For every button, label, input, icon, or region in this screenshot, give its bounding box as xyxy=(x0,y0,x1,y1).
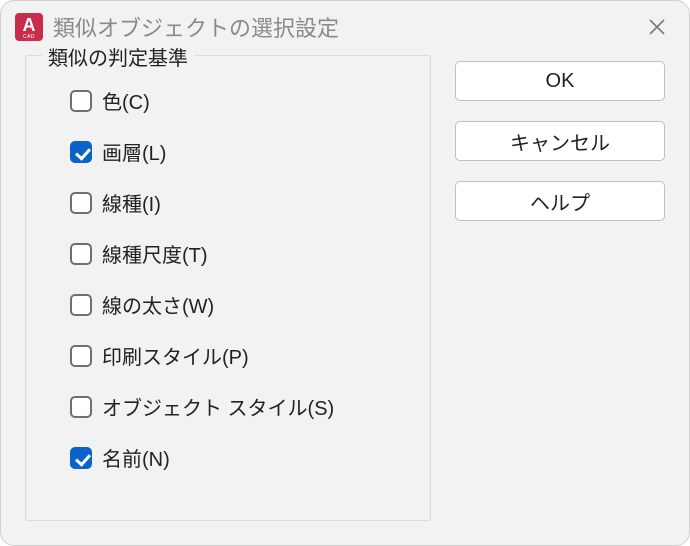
checkbox-layer[interactable] xyxy=(70,141,92,163)
dialog-content: 類似の判定基準 色(C) 画層(L) 線種(I) 線種尺度(T) xyxy=(1,55,689,545)
options-list: 色(C) 画層(L) 線種(I) 線種尺度(T) 線の太さ(W) xyxy=(48,86,408,472)
close-icon xyxy=(647,17,667,37)
option-label: 画層(L) xyxy=(102,137,166,166)
checkbox-plot-style[interactable] xyxy=(70,345,92,367)
cancel-button[interactable]: キャンセル xyxy=(455,121,665,161)
dialog-title: 類似オブジェクトの選択設定 xyxy=(53,11,633,43)
dialog-window: 類似オブジェクトの選択設定 類似の判定基準 色(C) 画層(L) 線種(I) xyxy=(0,0,690,546)
close-button[interactable] xyxy=(643,13,671,41)
checkbox-object-style[interactable] xyxy=(70,396,92,418)
option-lineweight[interactable]: 線の太さ(W) xyxy=(70,290,408,319)
option-label: 線の太さ(W) xyxy=(102,290,214,319)
option-plot-style[interactable]: 印刷スタイル(P) xyxy=(70,341,408,370)
option-color[interactable]: 色(C) xyxy=(70,86,408,115)
option-name[interactable]: 名前(N) xyxy=(70,443,408,472)
option-label: 色(C) xyxy=(102,86,150,115)
checkbox-linetype-scale[interactable] xyxy=(70,243,92,265)
autocad-app-icon xyxy=(15,13,43,41)
option-label: 線種尺度(T) xyxy=(102,239,208,268)
option-linetype[interactable]: 線種(I) xyxy=(70,188,408,217)
button-column: OK キャンセル ヘルプ xyxy=(455,55,665,521)
criteria-group: 類似の判定基準 色(C) 画層(L) 線種(I) 線種尺度(T) xyxy=(25,55,431,521)
checkbox-linetype[interactable] xyxy=(70,192,92,214)
checkbox-lineweight[interactable] xyxy=(70,294,92,316)
option-label: 名前(N) xyxy=(102,443,170,472)
option-layer[interactable]: 画層(L) xyxy=(70,137,408,166)
checkbox-name[interactable] xyxy=(70,447,92,469)
help-button[interactable]: ヘルプ xyxy=(455,181,665,221)
option-label: 線種(I) xyxy=(102,188,161,217)
option-object-style[interactable]: オブジェクト スタイル(S) xyxy=(70,392,408,421)
option-label: 印刷スタイル(P) xyxy=(102,341,249,370)
ok-button[interactable]: OK xyxy=(455,61,665,101)
option-linetype-scale[interactable]: 線種尺度(T) xyxy=(70,239,408,268)
group-legend: 類似の判定基準 xyxy=(42,42,194,71)
option-label: オブジェクト スタイル(S) xyxy=(102,392,334,421)
checkbox-color[interactable] xyxy=(70,90,92,112)
